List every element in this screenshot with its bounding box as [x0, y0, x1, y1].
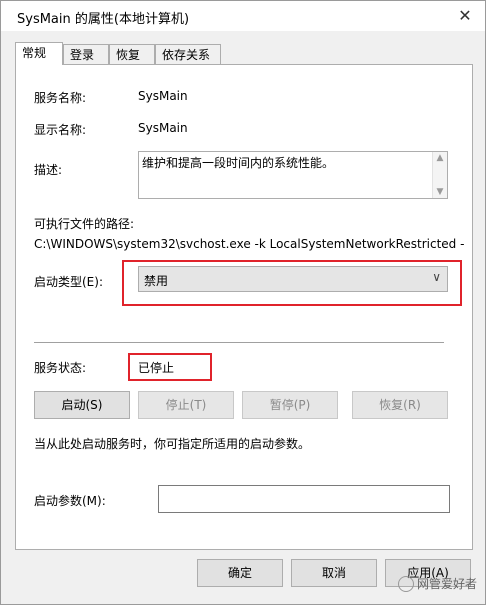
start-button[interactable]: 启动(S) [34, 391, 130, 419]
general-panel: 服务名称: SysMain 显示名称: SysMain 描述: 维护和提高一段时… [15, 64, 473, 550]
startup-params-label: 启动参数(M): [34, 494, 106, 508]
description-text: 维护和提高一段时间内的系统性能。 [142, 156, 335, 170]
section-divider [34, 342, 444, 343]
watermark-text: 网管爱好者 [416, 576, 477, 591]
description-scrollbar[interactable]: ▲ ▼ [432, 152, 447, 198]
service-name-value: SysMain [138, 89, 188, 103]
window-title: SysMain 的属性(本地计算机) [17, 12, 190, 27]
scroll-down-icon[interactable]: ▼ [433, 187, 447, 197]
service-name-label: 服务名称: [34, 91, 87, 105]
tab-recovery[interactable]: 恢复 [109, 44, 155, 64]
exe-path-label: 可执行文件的路径: [34, 217, 135, 231]
display-name-label: 显示名称: [34, 123, 87, 137]
startup-params-input[interactable] [158, 485, 450, 513]
service-status-label: 服务状态: [34, 361, 87, 375]
exe-path-value: C:\WINDOWS\system32\svchost.exe -k Local… [34, 237, 465, 251]
service-status-highlight [128, 353, 212, 381]
startup-type-highlight [122, 260, 462, 306]
close-icon: ✕ [458, 6, 472, 25]
pause-button[interactable]: 暂停(P) [242, 391, 338, 419]
close-button[interactable]: ✕ [451, 3, 479, 29]
description-label: 描述: [34, 163, 63, 177]
service-properties-dialog: SysMain 的属性(本地计算机) ✕ 常规 登录 恢复 依存关系 服务名称:… [0, 0, 486, 605]
title-bar: SysMain 的属性(本地计算机) ✕ [1, 1, 485, 31]
resume-button[interactable]: 恢复(R) [352, 391, 448, 419]
display-name-value: SysMain [138, 121, 188, 135]
tab-logon[interactable]: 登录 [63, 44, 109, 64]
description-box[interactable]: 维护和提高一段时间内的系统性能。 ▲ ▼ [138, 151, 448, 199]
startup-params-hint: 当从此处启动服务时，你可指定所适用的启动参数。 [34, 437, 311, 451]
startup-type-label: 启动类型(E): [34, 275, 103, 289]
watermark: 网管爱好者 [397, 575, 477, 592]
tab-general[interactable]: 常规 [15, 42, 63, 65]
stop-button[interactable]: 停止(T) [138, 391, 234, 419]
scroll-up-icon[interactable]: ▲ [433, 153, 447, 163]
ok-button[interactable]: 确定 [197, 559, 283, 587]
tab-dependencies[interactable]: 依存关系 [155, 44, 221, 64]
cancel-button[interactable]: 取消 [291, 559, 377, 587]
wechat-icon [397, 576, 414, 592]
